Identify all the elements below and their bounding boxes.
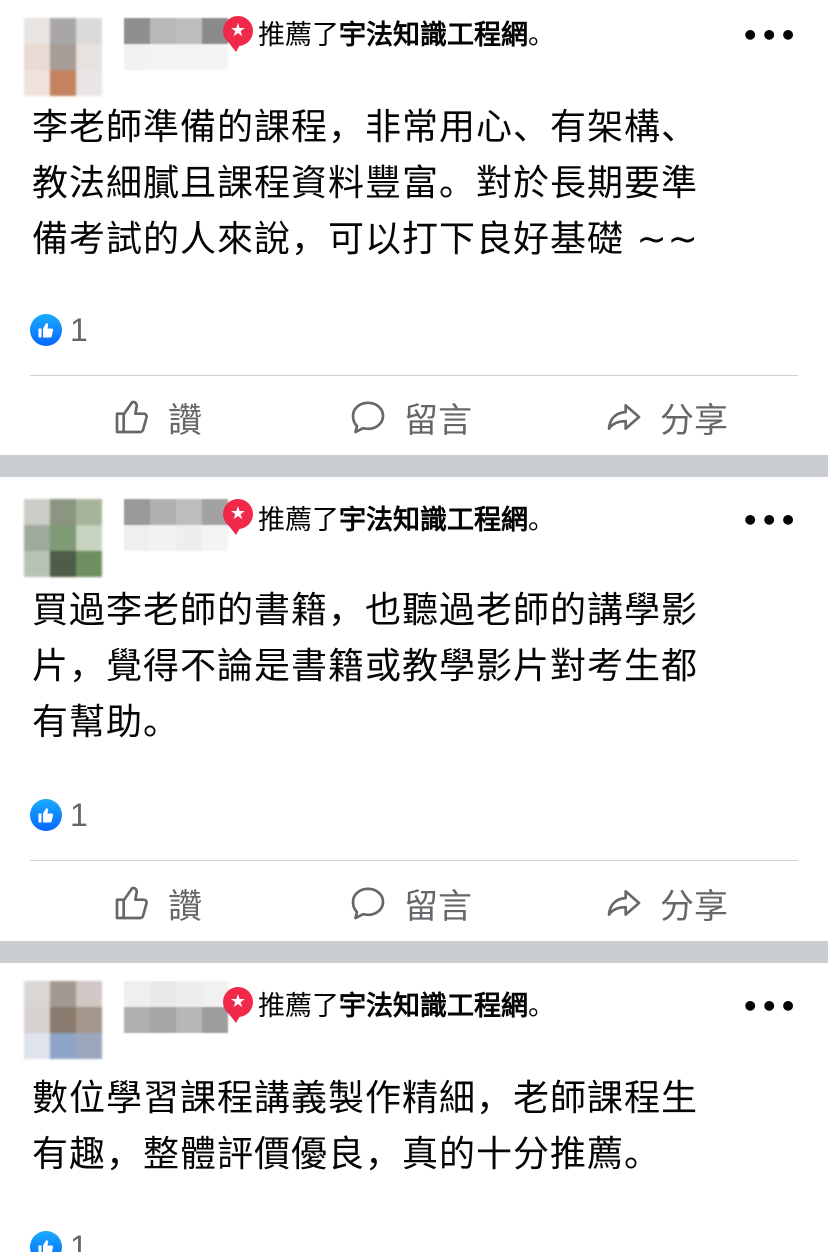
like-count: 1 [70, 311, 88, 348]
reactions-summary[interactable]: 1 [30, 312, 88, 348]
comment-bubble-icon [351, 887, 385, 920]
share-arrow-icon [607, 890, 641, 916]
comment-label: 留言 [404, 400, 472, 441]
like-label: 讚 [168, 400, 202, 441]
author-name-blurred[interactable] [124, 18, 228, 70]
recommend-star-icon: ★ [223, 16, 253, 52]
like-count: 1 [70, 1228, 88, 1252]
more-options-icon[interactable]: ••• [741, 993, 798, 1021]
content-line: 買過李老師的書籍，也聽過老師的講學影 [32, 590, 699, 631]
avatar[interactable] [24, 18, 102, 96]
reactions-summary[interactable]: 1 [30, 797, 88, 833]
like-button[interactable]: 讚 [112, 387, 202, 447]
author-name-blurred[interactable] [124, 499, 228, 551]
content-line: 片，覺得不論是書籍或教學影片對考生都 [32, 646, 699, 687]
page-name-link[interactable]: 宇法知識工程網 [339, 20, 528, 51]
post-card-2: ★ 推薦了宇法知識工程網。 ••• 買過李老師的書籍，也聽過老師的講學影 片，覺… [0, 477, 828, 941]
author-name-blurred[interactable] [124, 981, 228, 1033]
post-separator [0, 941, 828, 963]
comment-button[interactable]: 留言 [348, 387, 472, 447]
comment-label: 留言 [404, 886, 472, 927]
post-header: 推薦了宇法知識工程網。 [258, 18, 555, 54]
content-line: 備考試的人來說，可以打下良好基礎 ~~ [32, 219, 699, 260]
like-count: 1 [70, 796, 88, 833]
thumbs-up-icon [115, 886, 148, 920]
header-period: 。 [528, 991, 555, 1022]
page-name-link[interactable]: 宇法知識工程網 [339, 991, 528, 1022]
comment-button[interactable]: 留言 [348, 873, 472, 933]
divider [30, 375, 798, 376]
more-options-icon[interactable]: ••• [741, 22, 798, 50]
post-content: 買過李老師的書籍，也聽過老師的講學影 片，覺得不論是書籍或教學影片對考生都 有幫… [32, 583, 772, 751]
page-name-link[interactable]: 宇法知識工程網 [339, 505, 528, 536]
more-options-icon[interactable]: ••• [741, 507, 798, 535]
post-content: 數位學習課程講義製作精細，老師課程生 有趣，整體評價優良，真的十分推薦。 [32, 1071, 772, 1183]
post-separator [0, 455, 828, 477]
share-label: 分享 [660, 400, 728, 441]
like-button[interactable]: 讚 [112, 873, 202, 933]
share-label: 分享 [660, 886, 728, 927]
like-reaction-icon [30, 1231, 62, 1252]
post-card-3: ★ 推薦了宇法知識工程網。 ••• 數位學習課程講義製作精細，老師課程生 有趣，… [0, 963, 828, 1252]
recommend-star-icon: ★ [223, 499, 253, 535]
post-card-1: ★ 推薦了宇法知識工程網。 ••• 李老師準備的課程，非常用心、有架構、 教法細… [0, 0, 828, 455]
content-line: 李老師準備的課程，非常用心、有架構、 [32, 107, 699, 148]
content-line: 有趣，整體評價優良，真的十分推薦。 [32, 1134, 662, 1175]
recommended-label: 推薦了 [258, 505, 339, 536]
post-header: 推薦了宇法知識工程網。 [258, 503, 555, 539]
post-content: 李老師準備的課程，非常用心、有架構、 教法細膩且課程資料豐富。對於長期要準 備考… [32, 100, 772, 268]
recommended-label: 推薦了 [258, 20, 339, 51]
content-line: 數位學習課程講義製作精細，老師課程生 [32, 1078, 699, 1119]
header-period: 。 [528, 505, 555, 536]
share-button[interactable]: 分享 [604, 387, 728, 447]
reactions-summary[interactable]: 1 [30, 1229, 88, 1252]
thumbs-up-icon [115, 400, 148, 434]
share-arrow-icon [607, 404, 641, 430]
recommended-label: 推薦了 [258, 991, 339, 1022]
content-line: 有幫助。 [32, 702, 181, 743]
like-reaction-icon [30, 314, 62, 346]
share-button[interactable]: 分享 [604, 873, 728, 933]
action-bar: 讚 留言 分享 [30, 387, 798, 447]
like-label: 讚 [168, 886, 202, 927]
comment-bubble-icon [351, 401, 385, 434]
header-period: 。 [528, 20, 555, 51]
post-header: 推薦了宇法知識工程網。 [258, 989, 555, 1025]
recommend-star-icon: ★ [223, 987, 253, 1023]
avatar[interactable] [24, 981, 102, 1059]
action-bar: 讚 留言 分享 [30, 873, 798, 933]
like-reaction-icon [30, 799, 62, 831]
avatar[interactable] [24, 499, 102, 577]
divider [30, 860, 798, 861]
content-line: 教法細膩且課程資料豐富。對於長期要準 [32, 163, 699, 204]
